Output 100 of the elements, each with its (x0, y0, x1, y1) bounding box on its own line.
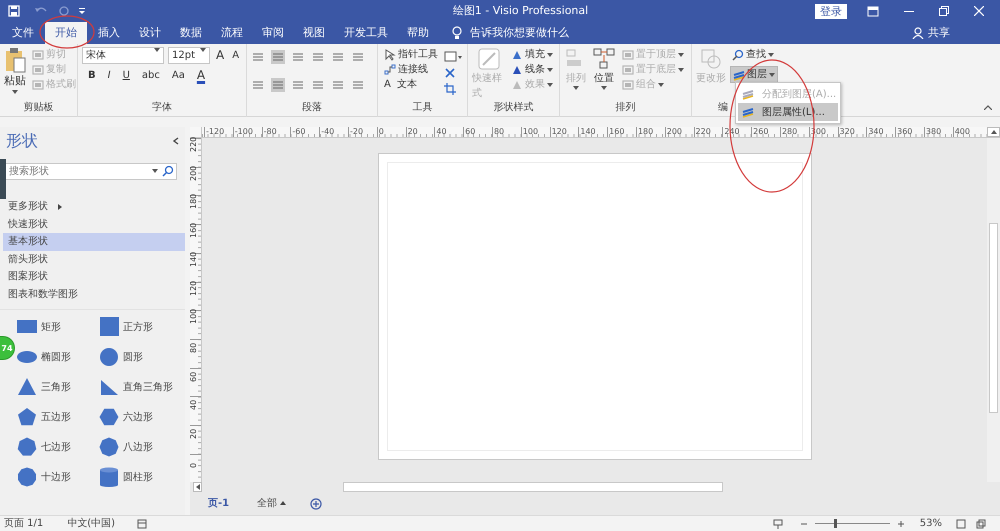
group-label: 字体 (151, 101, 173, 115)
font-color-button[interactable]: A (194, 68, 208, 83)
ruler-label: 200 (666, 127, 682, 136)
font-size-field[interactable]: 12pt (168, 47, 210, 64)
tool-button[interactable]: A 文本 (382, 77, 440, 92)
shape-item[interactable]: 矩形 (17, 318, 99, 336)
ruler-label: 320 (840, 127, 855, 136)
counter-badge: 74 (0, 336, 15, 360)
ribbon-tab[interactable]: 流程 (213, 22, 251, 44)
shape-category[interactable]: 箭头形状 (3, 250, 185, 268)
ruler-label: 80 (190, 342, 198, 353)
sign-in-button[interactable]: 登录 (815, 4, 847, 18)
shape-item[interactable]: 五边形 (17, 408, 99, 426)
shape-item[interactable]: 十边形 (17, 468, 99, 486)
ribbon-tab[interactable]: 开发工具 (336, 22, 396, 44)
ribbon-tab[interactable]: 数据 (172, 22, 210, 44)
all-pages-button[interactable]: 全部 (253, 494, 290, 514)
ribbon-tab[interactable]: 开始 (45, 22, 87, 44)
group-label: 排列 (614, 101, 636, 115)
shape-category[interactable]: 基本形状 (3, 233, 185, 250)
ruler-label: 140 (190, 252, 198, 267)
shape-item[interactable]: 圆形 (99, 348, 189, 366)
ruler-label: 120 (552, 127, 567, 136)
shape-item[interactable]: 直角三角形 (99, 378, 189, 396)
shape-item[interactable]: 圆柱形 (99, 468, 189, 486)
ruler-label: 100 (190, 308, 198, 324)
group-label: 编 (718, 101, 728, 115)
ruler-label: 380 (926, 127, 942, 136)
ruler-label: 120 (190, 280, 198, 296)
ruler-label: 220 (190, 136, 198, 152)
ruler-label: 220 (696, 127, 711, 136)
layers-button[interactable]: 图层 (730, 66, 778, 83)
ruler-label: 180 (190, 194, 198, 210)
grow-font-button[interactable]: A (214, 48, 226, 63)
ruler-label: 20 (190, 428, 198, 439)
search-field[interactable]: 搜索形状 (5, 163, 177, 180)
ribbon-tab[interactable]: 文件 (4, 22, 42, 44)
underline-button[interactable]: U (120, 68, 132, 83)
italic-button[interactable]: I (106, 68, 113, 83)
tool-button[interactable]: 连接线 (382, 62, 440, 77)
find-button[interactable]: 查找 (730, 47, 778, 62)
ruler-label: 40 (190, 400, 198, 410)
tool-button[interactable]: 指针工具 (382, 47, 440, 62)
ruler-label: 260 (753, 127, 768, 136)
ruler-label: 280 (782, 127, 798, 136)
shape-item[interactable]: 八边形 (99, 438, 189, 456)
share-button[interactable]: 共享 (928, 24, 950, 42)
ruler-label: -120 (206, 127, 224, 136)
group-label: 剪贴板 (22, 101, 54, 115)
shape-category[interactable]: 快速形状 (3, 216, 185, 233)
ruler-label: -60 (292, 127, 306, 136)
position-button[interactable]: 位置 (592, 47, 616, 101)
strikethrough-button[interactable]: abc (140, 68, 162, 83)
ribbon-tab[interactable]: 设计 (131, 22, 169, 44)
shape-category[interactable]: 更多形状 (3, 198, 185, 216)
shape-item[interactable]: 三角形 (17, 378, 99, 396)
ruler-label: 80 (494, 127, 504, 136)
ruler-label: 360 (897, 127, 912, 136)
window-title: 绘图1 - Visio Professional (452, 2, 590, 19)
ruler-label: 0 (378, 127, 384, 136)
language-status: 中文(中国) (67, 516, 116, 531)
group-label: 段落 (301, 101, 323, 115)
ruler-label: 160 (190, 222, 198, 238)
ribbon-tab[interactable]: 视图 (295, 22, 333, 44)
ribbon-tab[interactable]: 审阅 (254, 22, 292, 44)
ribbon-tab[interactable]: 插入 (90, 22, 128, 44)
change-case-button[interactable]: Aa (170, 68, 187, 83)
ruler-label: -100 (234, 127, 253, 136)
ruler-label: 400 (954, 127, 970, 136)
ruler-label: 40 (436, 127, 447, 136)
ruler-label: 20 (408, 127, 418, 136)
ruler-label: 100 (522, 127, 538, 136)
tell-me-field[interactable]: 告诉我你想要做什么 (470, 24, 912, 42)
paste-button[interactable]: 粘贴 (4, 47, 26, 101)
ruler-label: 340 (868, 127, 884, 136)
panel-title: 形状 (5, 130, 39, 152)
shape-item[interactable]: 七边形 (17, 438, 99, 456)
shape-category[interactable]: 图表和数学图形 (3, 286, 185, 303)
group-label: 形状样式 (492, 101, 534, 115)
shape-item[interactable]: 六边形 (99, 408, 189, 426)
ruler-label: 140 (580, 127, 596, 136)
ribbon-tab[interactable]: 帮助 (399, 22, 437, 44)
page-tab[interactable]: 页-1 (204, 494, 234, 514)
group-label: 工具 (412, 101, 434, 115)
zoom-level[interactable]: 53% (920, 516, 942, 531)
ruler-label: 60 (190, 371, 198, 382)
shrink-font-button[interactable]: A (230, 48, 242, 63)
ribbon-button[interactable]: 填充 (509, 47, 555, 62)
ruler-label: 60 (465, 127, 476, 136)
ruler-label: -20 (350, 127, 364, 136)
shape-item[interactable]: 椭圆形 (17, 348, 99, 366)
ruler-label: -80 (264, 127, 277, 136)
shape-category[interactable]: 图案形状 (3, 268, 185, 286)
ruler-label: 160 (609, 127, 624, 136)
ribbon-button[interactable]: 线条 (509, 62, 555, 77)
ruler-label: -40 (321, 127, 334, 136)
page-count: 页面 1/1 (4, 517, 44, 531)
font-field[interactable]: 宋体 (82, 47, 164, 64)
bold-button[interactable]: B (86, 68, 98, 83)
shape-item[interactable]: 正方形 (99, 318, 189, 336)
